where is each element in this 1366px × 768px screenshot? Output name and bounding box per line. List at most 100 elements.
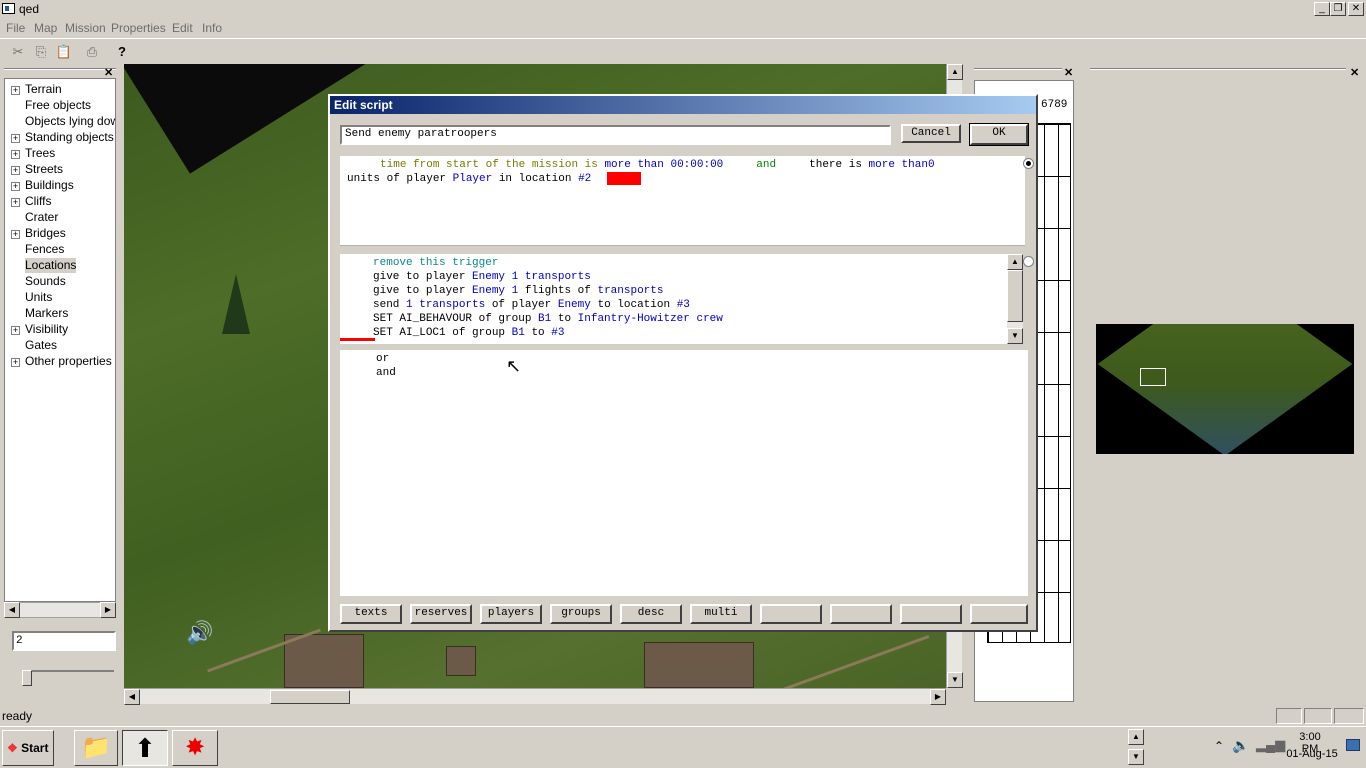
actions-radio[interactable] xyxy=(1023,256,1034,267)
menu-properties[interactable]: Properties xyxy=(111,21,166,35)
minimap-viewport[interactable] xyxy=(1140,368,1166,386)
tree-item[interactable]: + Streets xyxy=(5,162,115,178)
script-token[interactable]: Infantry-Howitzer crew xyxy=(578,313,723,325)
script-token[interactable]: Enemy xyxy=(558,299,591,311)
cancel-button[interactable]: Cancel xyxy=(901,124,961,143)
action-line[interactable]: remove this trigger xyxy=(340,256,498,270)
empty-button-2[interactable] xyxy=(830,604,892,624)
ok-button[interactable]: OK xyxy=(969,123,1029,146)
tree-item[interactable]: + Trees xyxy=(5,146,115,162)
options-list[interactable]: or and ↖ xyxy=(340,350,1028,596)
scroll-down-icon[interactable]: ▼ xyxy=(1007,328,1023,344)
qed-taskbar-icon[interactable]: ⬆ xyxy=(122,730,168,766)
scroll-left-icon[interactable]: ◀ xyxy=(4,602,20,618)
empty-button-3[interactable] xyxy=(900,604,962,624)
paste-icon[interactable]: 📋 xyxy=(54,42,74,62)
print-icon[interactable]: ⎙ xyxy=(82,42,102,62)
menu-file[interactable]: File xyxy=(6,21,25,35)
restore-button[interactable]: ❐ xyxy=(1330,2,1346,16)
action-line[interactable]: give to player Enemy 1 transports xyxy=(340,270,591,284)
script-token[interactable]: B1 xyxy=(512,327,525,339)
menu-map[interactable]: Map xyxy=(34,21,57,35)
expand-icon[interactable]: + xyxy=(11,198,20,207)
expand-icon[interactable]: + xyxy=(11,134,20,143)
tree-item[interactable]: + Visibility xyxy=(5,322,115,338)
close-button[interactable]: ✕ xyxy=(1348,2,1364,16)
expand-icon[interactable]: + xyxy=(11,358,20,367)
map-hscrollbar[interactable]: ◀ ▶ xyxy=(124,688,946,705)
copy-icon[interactable]: ⎘ xyxy=(31,42,51,62)
tree-item[interactable]: Crater xyxy=(5,210,115,226)
multi-button[interactable]: multi xyxy=(690,604,752,624)
script-token[interactable]: Player xyxy=(453,173,493,185)
network-icon[interactable]: ▂▄▆ xyxy=(1256,737,1285,753)
script-token[interactable]: #2 xyxy=(578,173,591,185)
script-token[interactable]: more than0 xyxy=(869,159,935,171)
script-token[interactable]: and xyxy=(756,159,776,171)
cut-icon[interactable]: ✂ xyxy=(8,42,28,62)
desc-button[interactable]: desc xyxy=(620,604,682,624)
tree-item[interactable]: + Cliffs xyxy=(5,194,115,210)
slider-thumb[interactable] xyxy=(22,670,32,686)
actions-editor[interactable]: remove this trigger give to player Enemy… xyxy=(340,254,1015,344)
menu-edit[interactable]: Edit xyxy=(172,21,193,35)
minimap-close-icon[interactable]: ✕ xyxy=(1350,66,1359,79)
condition-editor[interactable]: time from start of the mission is more t… xyxy=(340,156,1025,246)
tree-item[interactable]: Units xyxy=(5,290,115,306)
script-token[interactable]: Enemy 1 xyxy=(472,285,518,297)
expand-icon[interactable]: + xyxy=(11,166,20,175)
reserves-button[interactable]: reserves xyxy=(410,604,472,624)
tree-item[interactable]: Locations xyxy=(5,258,115,274)
tree-item[interactable]: Sounds xyxy=(5,274,115,290)
condition-line[interactable]: units of player Player in location #2 xyxy=(347,172,591,186)
script-token[interactable]: #3 xyxy=(551,327,564,339)
scroll-left-icon[interactable]: ◀ xyxy=(124,689,140,705)
show-desktop-icon[interactable] xyxy=(1346,739,1360,751)
expand-icon[interactable]: + xyxy=(11,182,20,191)
scroll-up-icon[interactable]: ▲ xyxy=(947,64,963,80)
option-or[interactable]: or xyxy=(376,352,389,366)
expand-icon[interactable]: + xyxy=(11,326,20,335)
scroll-thumb[interactable] xyxy=(1007,270,1023,322)
tray-expand-icon[interactable]: ⌃ xyxy=(1214,739,1224,753)
tree-item[interactable]: + Standing objects xyxy=(5,130,115,146)
players-button[interactable]: players xyxy=(480,604,542,624)
empty-button-4[interactable] xyxy=(970,604,1028,624)
volume-icon[interactable]: 🔈 xyxy=(1232,737,1249,754)
game-taskbar-icon[interactable]: ✸ xyxy=(172,730,218,766)
explorer-taskbar-icon[interactable]: 📁 xyxy=(74,730,118,766)
action-line[interactable]: SET AI_BEHAVOUR of group B1 to Infantry-… xyxy=(340,312,723,326)
sound-icon[interactable]: 🔊 xyxy=(186,620,213,646)
scroll-up-icon[interactable]: ▲ xyxy=(1128,729,1144,745)
tree-item[interactable]: + Terrain xyxy=(5,82,115,98)
script-name-input[interactable]: Send enemy paratroopers xyxy=(340,125,891,145)
tree-item[interactable]: + Bridges xyxy=(5,226,115,242)
level-spinner[interactable]: 2 xyxy=(12,631,116,651)
list-panel-close-icon[interactable]: ✕ xyxy=(1064,66,1073,79)
tree-item[interactable]: Objects lying down xyxy=(5,114,115,130)
tree-item[interactable]: + Buildings xyxy=(5,178,115,194)
minimize-button[interactable]: _ xyxy=(1314,2,1330,16)
start-button[interactable]: ❖ Start xyxy=(2,730,54,766)
empty-button-1[interactable] xyxy=(760,604,822,624)
script-token[interactable]: more than 00:00:00 xyxy=(604,159,723,171)
script-token[interactable]: #3 xyxy=(677,299,690,311)
condition-line[interactable]: time from start of the mission is more t… xyxy=(347,158,935,172)
script-token[interactable]: remove this trigger xyxy=(373,257,498,269)
scroll-thumb[interactable] xyxy=(270,690,350,704)
texts-button[interactable]: texts xyxy=(340,604,402,624)
expand-icon[interactable]: + xyxy=(11,86,20,95)
tree-hscrollbar[interactable]: ◀ ▶ xyxy=(4,602,116,618)
tree-item[interactable]: Free objects xyxy=(5,98,115,114)
object-tree[interactable]: + Terrain Free objects Objects lying down + S… xyxy=(4,78,116,602)
tree-item[interactable]: + Other properties xyxy=(5,354,115,370)
action-line[interactable]: give to player Enemy 1 flights of transp… xyxy=(340,284,663,298)
script-token[interactable]: transports xyxy=(597,285,663,297)
expand-icon[interactable]: + xyxy=(11,230,20,239)
scroll-down-icon[interactable]: ▼ xyxy=(947,672,963,688)
scroll-up-icon[interactable]: ▲ xyxy=(1007,254,1023,270)
taskbar-scroll[interactable]: ▲ ▼ xyxy=(1128,729,1144,765)
scroll-down-icon[interactable]: ▼ xyxy=(1128,749,1144,765)
tree-item[interactable]: Gates xyxy=(5,338,115,354)
condition-radio[interactable] xyxy=(1023,158,1034,169)
